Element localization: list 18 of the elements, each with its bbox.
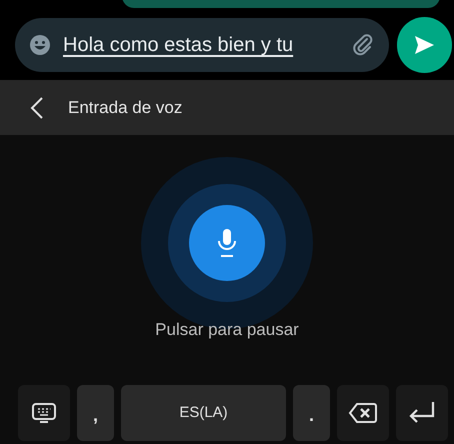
space-key[interactable]: ES(LA) <box>121 385 286 441</box>
message-field[interactable]: Hola como estas bien y tu <box>15 18 389 72</box>
panel-title: Entrada de voz <box>68 96 182 119</box>
send-icon <box>412 33 436 57</box>
hint-text: Pulsar para pausar <box>155 319 299 341</box>
keyboard-key[interactable] <box>18 385 70 441</box>
message-text: Hola como estas bien y tu <box>63 33 294 58</box>
back-icon <box>30 96 44 120</box>
microphone-icon <box>216 227 238 259</box>
punctuation-key[interactable]: , <box>77 385 114 441</box>
keyboard-icon <box>31 402 57 424</box>
enter-key[interactable] <box>396 385 448 441</box>
punctuation-key[interactable]: . <box>293 385 330 441</box>
paperclip-icon[interactable] <box>350 33 375 57</box>
emoji-icon[interactable] <box>29 34 51 56</box>
backspace-key[interactable] <box>337 385 389 441</box>
backspace-icon <box>348 402 378 424</box>
back-button[interactable] <box>30 96 44 120</box>
